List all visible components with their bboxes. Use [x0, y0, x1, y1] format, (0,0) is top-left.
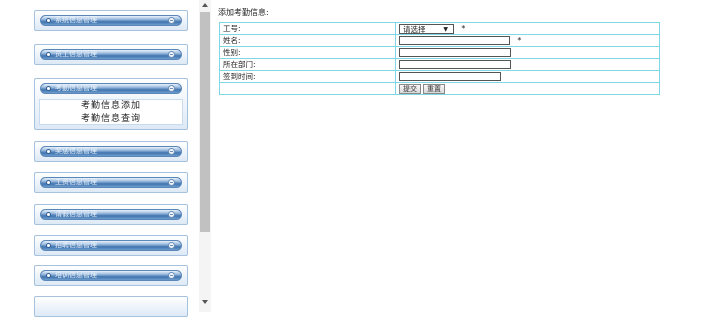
signin-label: 签到时间:: [219, 70, 396, 83]
collapse-icon[interactable]: [168, 51, 175, 58]
required-mark: *: [461, 24, 466, 33]
dept-input[interactable]: [399, 60, 511, 70]
collapse-icon[interactable]: [168, 85, 175, 92]
form-row-actions: 提交 重置: [219, 82, 660, 95]
bullet-icon: [46, 18, 51, 23]
nav-header-leave[interactable]: 请假信息管理: [40, 209, 182, 220]
nav-header-reward[interactable]: 奖惩信息管理: [40, 146, 182, 157]
collapse-icon[interactable]: [168, 148, 175, 155]
nav-header-label: 请假信息管理: [55, 210, 97, 218]
nav-link-attendance-query[interactable]: 考勤信息查询: [40, 113, 182, 126]
bullet-icon: [46, 212, 51, 217]
nav-group-partial: [34, 296, 188, 317]
nav-group-reward: 奖惩信息管理: [34, 141, 188, 162]
nav-group-system: 系统信息管理: [34, 10, 188, 31]
name-cell: *: [395, 34, 660, 47]
bullet-icon: [46, 86, 51, 91]
collapse-icon[interactable]: [168, 272, 175, 279]
nav-header-recruit[interactable]: 招聘信息管理: [40, 240, 182, 251]
nav-group-recruit: 招聘信息管理: [34, 235, 188, 256]
nav-header-label: 培训信息管理: [55, 271, 97, 279]
nav-header-employee[interactable]: 员工信息管理: [40, 49, 182, 60]
nav-header-salary[interactable]: 工资信息管理: [40, 177, 182, 188]
frame-scrollbar[interactable]: [199, 0, 211, 312]
nav-header-system[interactable]: 系统信息管理: [40, 15, 182, 26]
nav-header-label: 考勤信息管理: [55, 84, 97, 92]
signin-time-input[interactable]: [399, 72, 501, 82]
dropdown-arrow-icon: ▼: [443, 25, 448, 33]
collapse-icon[interactable]: [168, 17, 175, 24]
actions-spacer: [219, 82, 396, 95]
submit-button[interactable]: 提交: [399, 83, 421, 94]
actions-cell: 提交 重置: [395, 82, 660, 95]
nav-group-salary: 工资信息管理: [34, 172, 188, 193]
form-row-gender: 性别:: [219, 46, 660, 59]
bullet-icon: [46, 52, 51, 57]
scroll-down-icon[interactable]: [202, 300, 208, 304]
nav-header-label: 招聘信息管理: [55, 241, 97, 249]
emp-id-label: 工号:: [219, 22, 396, 35]
collapse-icon[interactable]: [168, 211, 175, 218]
bullet-icon: [46, 243, 51, 248]
bullet-icon: [46, 273, 51, 278]
dept-label: 所在部门:: [219, 58, 396, 71]
form-row-dept: 所在部门:: [219, 58, 660, 71]
bullet-icon: [46, 149, 51, 154]
scroll-up-icon[interactable]: [202, 3, 208, 7]
form-row-name: 姓名: *: [219, 34, 660, 47]
gender-label: 性别:: [219, 46, 396, 59]
form-title: 添加考勤信息:: [218, 8, 269, 17]
form-row-emp-id: 工号: 请选择 ▼ *: [219, 22, 660, 35]
nav-group-attendance: 考勤信息管理 考勤信息添加 考勤信息查询: [34, 78, 188, 130]
emp-id-cell: 请选择 ▼ *: [395, 22, 660, 35]
nav-link-attendance-add[interactable]: 考勤信息添加: [40, 100, 182, 113]
nav-header-label: 系统信息管理: [55, 16, 97, 24]
nav-group-training: 培训信息管理: [34, 265, 188, 286]
nav-header-attendance[interactable]: 考勤信息管理: [40, 83, 182, 94]
bullet-icon: [46, 180, 51, 185]
emp-id-select[interactable]: 请选择 ▼: [399, 23, 454, 34]
nav-header-training[interactable]: 培训信息管理: [40, 270, 182, 281]
nav-header-label: 奖惩信息管理: [55, 147, 97, 155]
nav-submenu-attendance: 考勤信息添加 考勤信息查询: [39, 99, 183, 125]
nav-group-leave: 请假信息管理: [34, 204, 188, 225]
sidebar-nav: 系统信息管理 员工信息管理 考勤信息管理 考勤信息添加 考勤信息查询 奖惩信息管…: [28, 0, 194, 317]
nav-group-employee: 员工信息管理: [34, 44, 188, 65]
emp-id-select-value: 请选择: [403, 24, 426, 34]
collapse-icon[interactable]: [168, 179, 175, 186]
form-row-signin: 签到时间:: [219, 70, 660, 83]
scrollbar-thumb[interactable]: [200, 12, 210, 232]
dept-cell: [395, 58, 660, 71]
attendance-form: 工号: 请选择 ▼ * 姓名: * 性别: 所在部门: 签到时间: 提交 重置: [219, 22, 660, 95]
nav-header-label: 员工信息管理: [55, 50, 97, 58]
reset-button[interactable]: 重置: [423, 83, 445, 94]
signin-cell: [395, 70, 660, 83]
gender-cell: [395, 46, 660, 59]
nav-header-label: 工资信息管理: [55, 178, 97, 186]
required-mark: *: [517, 36, 522, 46]
name-label: 姓名:: [219, 34, 396, 47]
gender-input[interactable]: [399, 48, 511, 58]
name-input[interactable]: [399, 36, 510, 46]
collapse-icon[interactable]: [168, 242, 175, 249]
